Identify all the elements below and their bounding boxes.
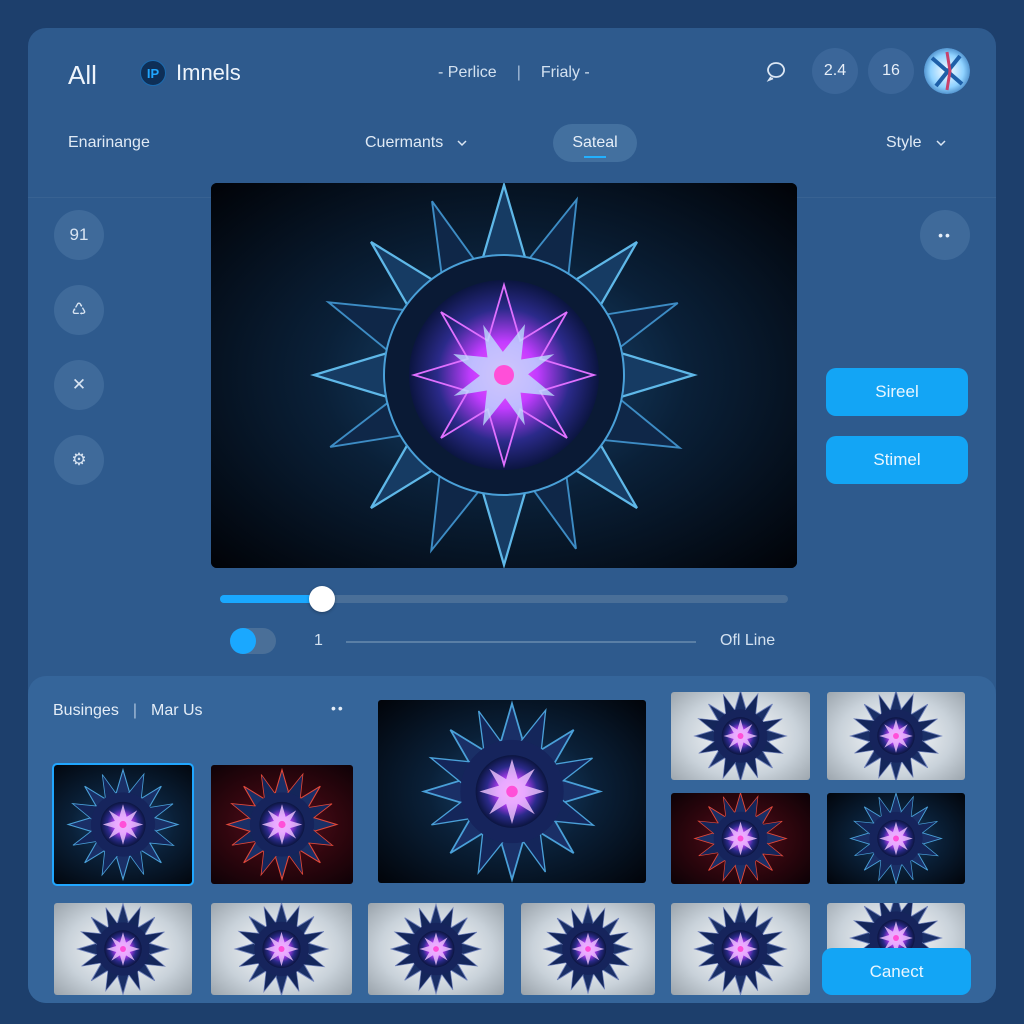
cancel-button[interactable]: Canect	[822, 948, 971, 995]
thumbnail-4[interactable]	[671, 692, 810, 780]
brand-name: Imnels	[176, 60, 241, 85]
gallery-tabs: Businges | Mar Us	[53, 702, 203, 720]
thumbnail-3[interactable]	[378, 700, 646, 883]
thumbnail-6[interactable]	[671, 793, 810, 884]
nav-item-perlice[interactable]: - Perlice	[438, 64, 497, 82]
tab-active[interactable]: Sateal	[553, 124, 637, 162]
chevron-down-icon	[936, 140, 946, 147]
count-chip-2[interactable]: 16	[868, 48, 914, 94]
brain-icon: ♺	[71, 300, 87, 319]
scissors-tool-button[interactable]: ✕	[54, 360, 104, 410]
center-nav: - Perlice | Frialy -	[438, 64, 590, 82]
progress-slider-thumb[interactable]	[309, 586, 336, 612]
frame-value: 1	[314, 632, 323, 649]
gallery-tab-separator: |	[132, 702, 137, 719]
scissors-icon: ✕	[71, 375, 87, 394]
documents-dropdown-label: Cuermants	[365, 134, 444, 151]
gallery-more-icon[interactable]: ••	[331, 700, 345, 716]
main-panel: All IP Imnels - Perlice | Frialy - 2.4 1…	[28, 28, 996, 1003]
primary-action-label: Sireel	[875, 382, 919, 401]
gallery-tab-2[interactable]: Mar Us	[151, 702, 203, 720]
side-toolbar: 91 ♺ ✕ ⚙	[54, 210, 104, 510]
top-bar: All IP Imnels - Perlice | Frialy - 2.4 1…	[28, 28, 996, 198]
progress-slider[interactable]	[220, 586, 788, 612]
secondary-action-button[interactable]: Stimel	[826, 436, 968, 484]
timeline-label: Ofl Line	[720, 632, 776, 649]
app-title: All	[68, 60, 97, 90]
quote-tool-button[interactable]: 91	[54, 210, 104, 260]
chat-icon[interactable]	[764, 59, 788, 83]
preview-image[interactable]	[211, 183, 797, 568]
toggle-knob	[230, 628, 256, 654]
progress-slider-fill	[220, 595, 323, 603]
gallery-tab-1[interactable]: Businges	[53, 702, 119, 720]
style-dropdown[interactable]: Style	[886, 134, 946, 152]
brain-tool-button[interactable]: ♺	[54, 285, 104, 335]
timeline-track[interactable]	[346, 641, 696, 643]
thumbnail-9[interactable]	[211, 903, 352, 995]
primary-action-button[interactable]: Sireel	[826, 368, 968, 416]
brand-logo-icon: IP	[140, 60, 166, 86]
tab-active-label: Sateal	[572, 134, 618, 151]
thumbnail-7[interactable]	[827, 793, 965, 884]
thumbnail-11[interactable]	[521, 903, 655, 995]
gear-icon: ⚙	[71, 450, 87, 469]
thumbnail-10[interactable]	[368, 903, 504, 995]
chevron-down-icon	[457, 140, 467, 147]
toggle-switch[interactable]	[230, 628, 276, 654]
sub-nav: Enarinange Cuermants Style	[28, 124, 996, 164]
thumbnail-1[interactable]	[52, 763, 194, 886]
sub-nav-left[interactable]: Enarinange	[68, 134, 150, 152]
more-icon: ••	[938, 227, 952, 243]
thumbnail-5[interactable]	[827, 692, 965, 780]
cancel-button-label: Canect	[869, 961, 924, 981]
settings-tool-button[interactable]: ⚙	[54, 435, 104, 485]
style-dropdown-label: Style	[886, 134, 922, 151]
thumbnail-12[interactable]	[671, 903, 810, 995]
quote-icon: 91	[69, 225, 89, 244]
thumbnail-8[interactable]	[54, 903, 192, 995]
sub-nav-left-label: Enarinange	[68, 134, 150, 151]
thumbnail-2[interactable]	[211, 765, 353, 884]
avatar[interactable]	[924, 48, 970, 94]
secondary-action-label: Stimel	[873, 450, 921, 469]
more-options-button[interactable]: ••	[920, 210, 970, 260]
nav-separator: |	[516, 64, 521, 81]
count-chip-1[interactable]: 2.4	[812, 48, 858, 94]
nav-item-frialy[interactable]: Frialy -	[541, 64, 590, 82]
top-right-controls: 2.4 16	[764, 48, 970, 94]
brand[interactable]: IP Imnels	[140, 60, 241, 86]
documents-dropdown[interactable]: Cuermants	[365, 134, 467, 152]
